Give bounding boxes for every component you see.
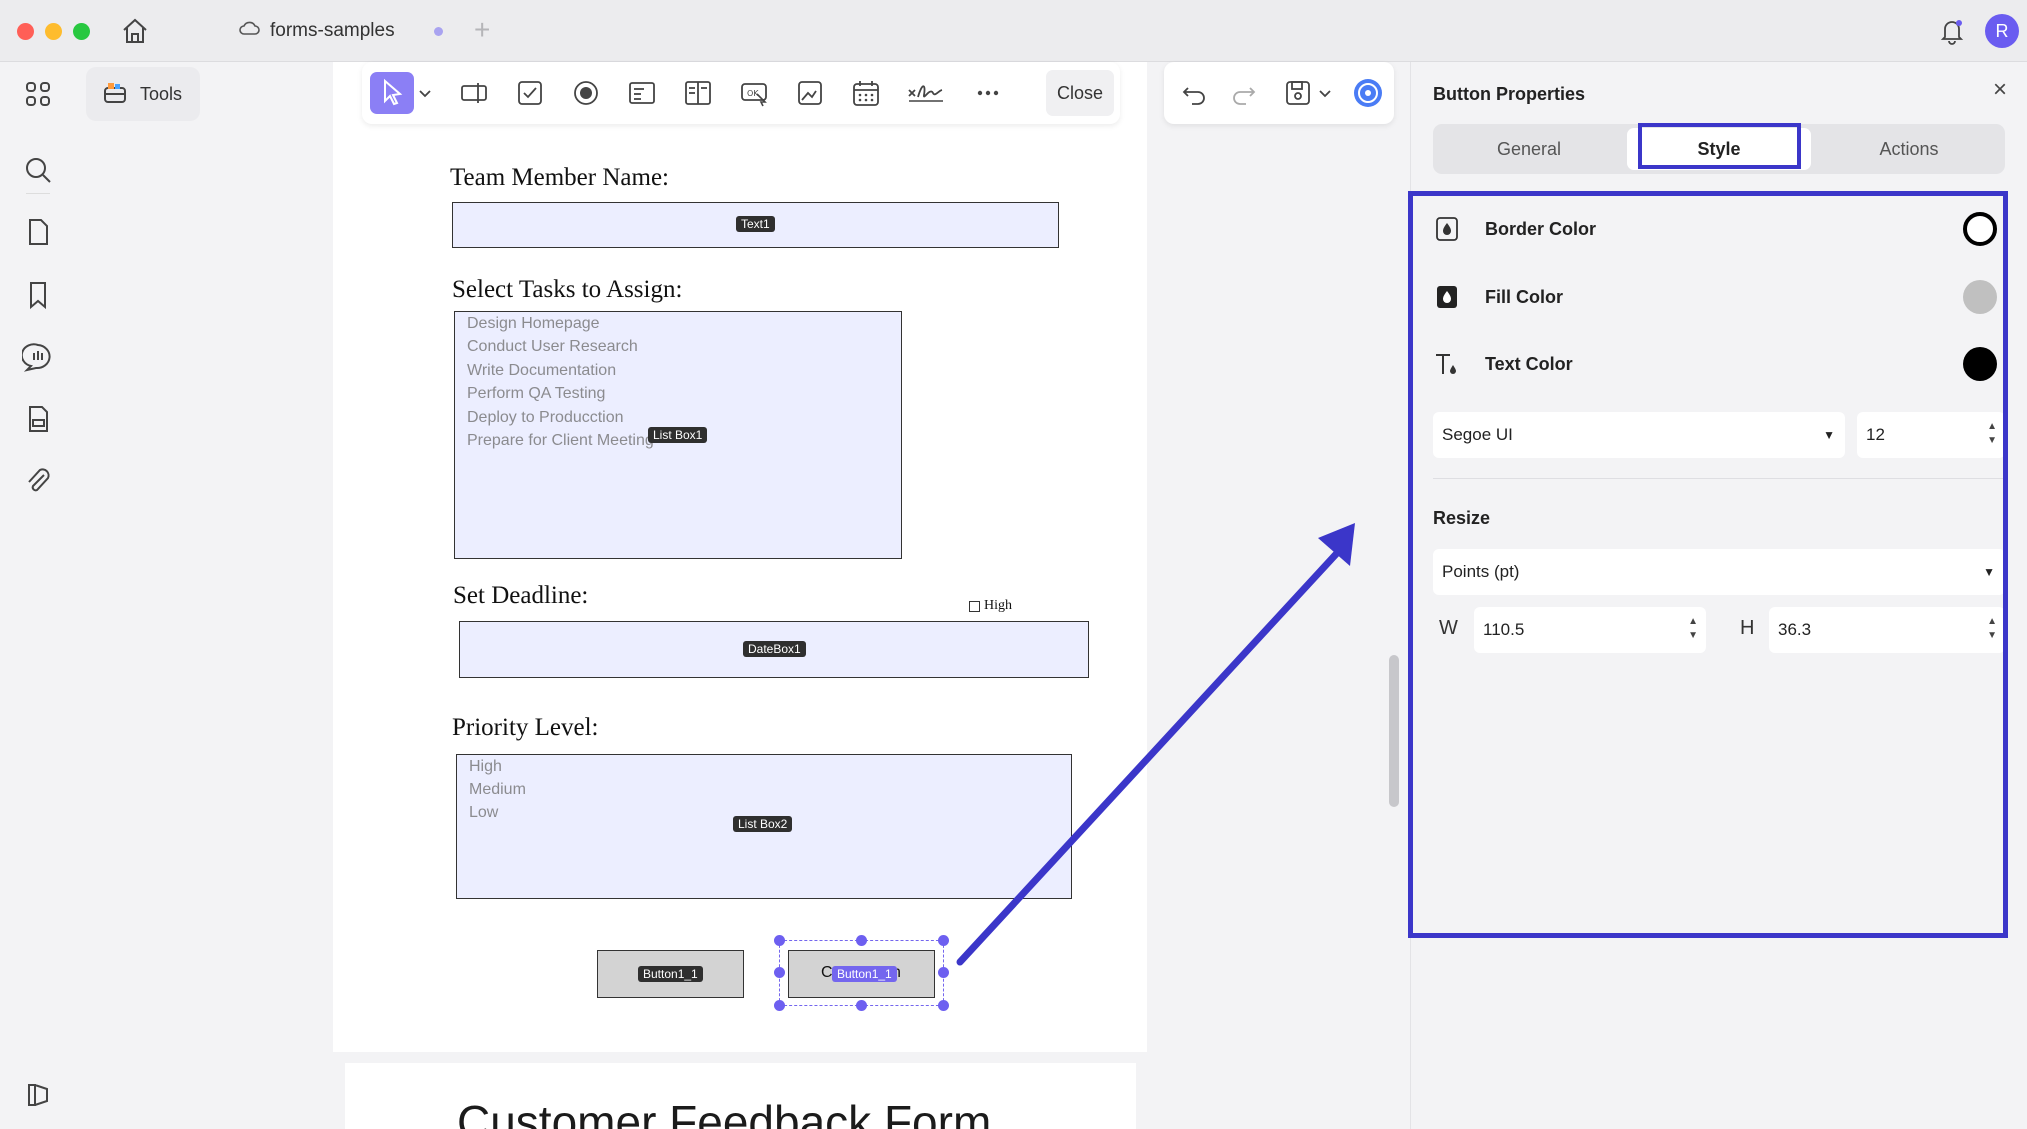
- pointer-arrow: [956, 523, 1355, 966]
